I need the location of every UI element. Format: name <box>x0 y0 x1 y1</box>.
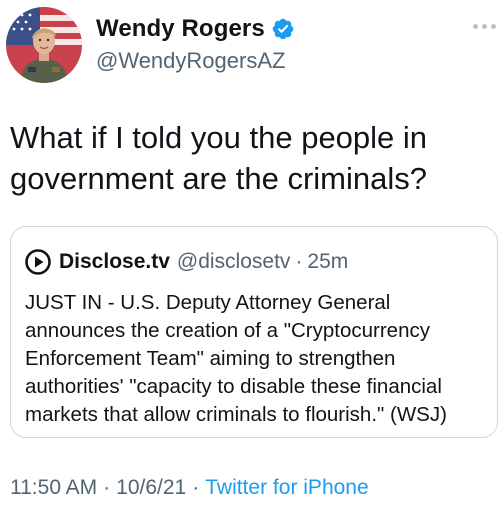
avatar-image <box>6 7 82 83</box>
quoted-tweet-text: JUST IN - U.S. Deputy Attorney General a… <box>25 291 447 426</box>
tweet: Wendy Rogers @WendyRogersAZ What if I to… <box>0 0 500 517</box>
quoted-tweet-header: Disclose.tv @disclosetv · 25m <box>25 249 348 275</box>
quoted-timestamp: 25m <box>307 250 349 273</box>
quoted-display-name: Disclose.tv <box>59 250 170 273</box>
tweet-metadata: 11:50 AM · 10/6/21 · Twitter for iPhone <box>10 476 369 500</box>
display-name[interactable]: Wendy Rogers <box>96 15 265 43</box>
quoted-tweet[interactable]: Disclose.tv @disclosetv · 25m JUST IN - … <box>10 226 498 438</box>
tweet-source-link[interactable]: Twitter for iPhone <box>205 476 368 499</box>
tweet-time[interactable]: 11:50 AM <box>10 476 97 499</box>
verified-badge-icon <box>272 18 294 40</box>
tweet-text: What if I told you the people in governm… <box>10 120 428 196</box>
dot <box>473 24 478 29</box>
tweet-date[interactable]: 10/6/21 <box>116 476 186 499</box>
separator: · <box>192 476 200 499</box>
author-handle[interactable]: @WendyRogersAZ <box>96 48 295 74</box>
dot <box>482 24 487 29</box>
more-options-icon[interactable] <box>473 24 496 29</box>
dot <box>491 24 496 29</box>
author-block: Wendy Rogers @WendyRogersAZ <box>96 14 295 74</box>
avatar[interactable] <box>6 7 82 83</box>
quoted-handle: @disclosetv <box>176 250 291 273</box>
disclose-tv-logo-icon <box>25 249 51 275</box>
name-row: Wendy Rogers <box>96 14 295 44</box>
separator: · <box>103 476 111 499</box>
separator: · <box>295 250 303 273</box>
